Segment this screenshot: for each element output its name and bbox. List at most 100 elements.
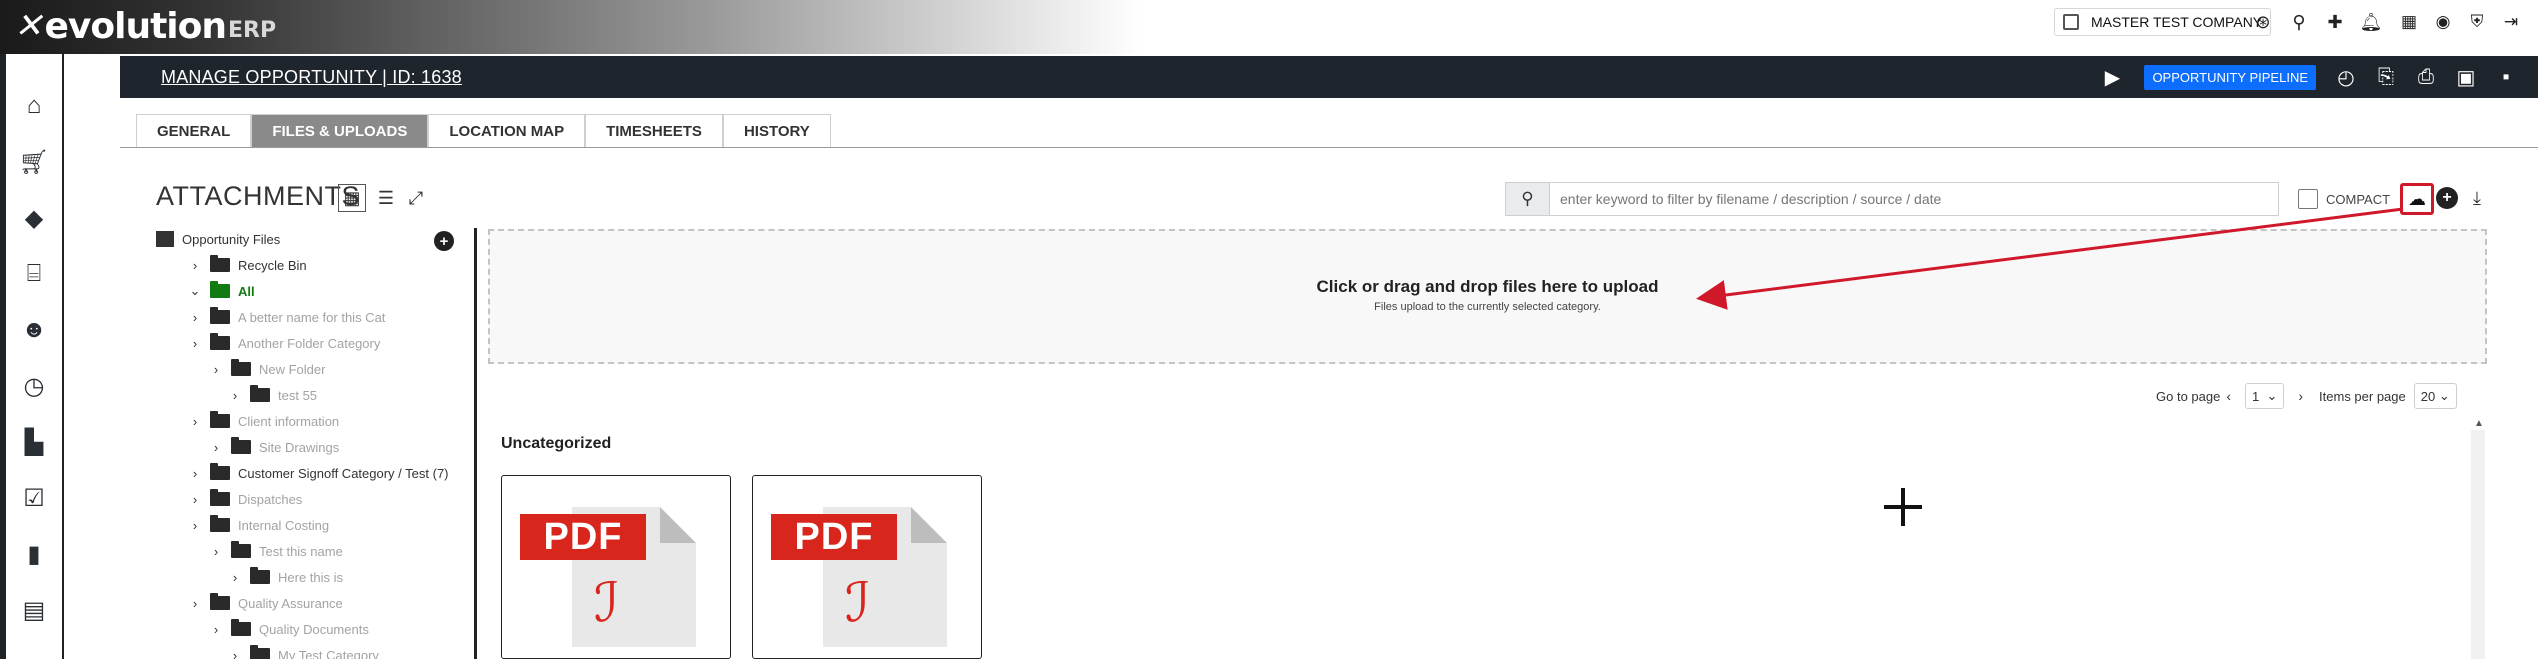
tree-item[interactable]: › Customer Signoff Category / Test (7) — [188, 462, 449, 484]
cloud-upload-icon[interactable]: ☁ — [2400, 183, 2434, 215]
expand-icon[interactable]: ⤢ — [402, 184, 430, 212]
page-select[interactable]: 1 ⌄ — [2245, 383, 2285, 409]
calendar-icon[interactable]: ▦ — [2396, 9, 2422, 35]
clipboard-check-icon[interactable]: ☑ — [16, 480, 52, 516]
chevron-right-icon[interactable]: › — [188, 336, 202, 351]
tree-item[interactable]: › Internal Costing — [188, 514, 329, 536]
brand-suffix: ERP — [228, 17, 277, 43]
pdf-badge: PDF — [771, 514, 897, 560]
chevron-right-icon[interactable]: › — [188, 414, 202, 429]
shield-icon[interactable]: ⛨ — [2464, 9, 2490, 35]
tree-item[interactable]: › Quality Documents — [209, 618, 369, 640]
chevron-right-icon[interactable]: › — [209, 544, 223, 559]
dropzone-title: Click or drag and drop files here to upl… — [1316, 277, 1659, 296]
compact-toggle[interactable]: COMPACT — [2298, 189, 2390, 209]
tab-timesheets[interactable]: TIMESHEETS — [585, 114, 723, 148]
chevron-down-icon[interactable]: ⌄ — [188, 283, 202, 299]
left-nav-strip — [0, 54, 6, 659]
logout-icon[interactable]: ⇥ — [2498, 9, 2524, 35]
tree-item[interactable]: › Another Folder Category — [188, 332, 380, 354]
tree-item[interactable]: › Dispatches — [188, 488, 302, 510]
download-icon[interactable]: ⤓ — [2466, 187, 2488, 209]
upload-dropzone[interactable]: Click or drag and drop files here to upl… — [488, 229, 2487, 364]
search-icon[interactable]: ⚲ — [2286, 9, 2312, 35]
chevron-right-icon[interactable]: › — [188, 596, 202, 611]
cart-icon[interactable]: 🛒︎ — [16, 144, 52, 180]
add-category-icon[interactable]: + — [434, 231, 454, 251]
folder-icon — [210, 463, 230, 480]
scrollbar[interactable] — [2471, 430, 2485, 659]
tree-item[interactable]: › Here this is — [228, 566, 343, 588]
scroll-up-icon[interactable]: ▲ — [2474, 418, 2484, 429]
page-value: 1 — [2252, 388, 2260, 404]
user-settings-icon[interactable]: ☻ — [16, 312, 52, 348]
save-icon[interactable]: ▪ — [2486, 61, 2526, 93]
building-truck-icon[interactable]: ▤ — [16, 592, 52, 628]
grid-view-icon[interactable]: ▦ — [338, 184, 366, 212]
tree-item[interactable]: › Client information — [188, 410, 339, 432]
tree-item-label: test 55 — [278, 387, 318, 403]
bank-icon[interactable]: ⌸ — [16, 256, 52, 292]
factory-icon[interactable]: ▙ — [16, 424, 52, 460]
tree-item[interactable]: › Quality Assurance — [188, 592, 343, 614]
tree-item[interactable]: › My Test Category — [228, 644, 379, 659]
compact-checkbox[interactable] — [2298, 189, 2318, 209]
add-circle-icon[interactable]: + — [2436, 187, 2458, 209]
list-view-icon[interactable]: ☰ — [372, 184, 400, 212]
folder-icon — [210, 515, 230, 532]
user-icon[interactable]: ◉ — [2430, 9, 2456, 35]
chevron-right-icon[interactable]: › — [2298, 388, 2303, 404]
chevron-right-icon[interactable]: › — [228, 648, 242, 659]
chevron-right-icon[interactable]: › — [188, 258, 202, 273]
brand-logo[interactable]: ✕ evolution ERP — [14, 6, 277, 47]
tree-item[interactable]: ⌄ All — [188, 280, 255, 302]
file-card[interactable]: PDF ℐ — [752, 475, 982, 659]
bar-chart-icon[interactable]: ▮ — [16, 536, 52, 572]
chevron-right-icon[interactable]: › — [209, 440, 223, 455]
folder-icon — [210, 411, 230, 428]
chevron-right-icon[interactable]: › — [188, 518, 202, 533]
company-selector[interactable]: MASTER TEST COMPANY — [2054, 8, 2272, 36]
chevron-right-icon[interactable]: › — [188, 310, 202, 325]
home-icon[interactable]: ⌂ — [16, 88, 52, 124]
tab-files-uploads[interactable]: FILES & UPLOADS — [251, 114, 429, 148]
chevron-right-icon[interactable]: › — [209, 362, 223, 377]
tree-item[interactable]: › Site Drawings — [209, 436, 339, 458]
file-card[interactable]: PDF ℐ — [501, 475, 731, 659]
folder-icon — [250, 385, 270, 402]
video-icon[interactable]: ▶ — [2092, 61, 2132, 93]
tree-item[interactable]: › A better name for this Cat — [188, 306, 385, 328]
chevron-left-icon[interactable]: ‹ — [2226, 388, 2231, 404]
opportunity-pipeline-button[interactable]: OPPORTUNITY PIPELINE — [2144, 64, 2316, 90]
tab-general[interactable]: GENERAL — [136, 114, 252, 148]
tab-history[interactable]: HISTORY — [722, 114, 831, 148]
clock-icon[interactable]: ◷ — [16, 368, 52, 404]
print-icon[interactable]: ⎙ — [2406, 61, 2446, 93]
tree-root[interactable]: Opportunity Files — [156, 228, 280, 250]
tree-item[interactable]: › test 55 — [228, 384, 317, 406]
tree-item-label: Another Folder Category — [238, 335, 381, 351]
puzzle-icon[interactable]: ✚ — [2322, 9, 2348, 35]
file-search-input[interactable] — [1550, 183, 2278, 215]
tree-item-label: Test this name — [259, 543, 343, 559]
tab-location-map[interactable]: LOCATION MAP — [428, 114, 586, 148]
folder-icon — [231, 437, 251, 454]
chevron-right-icon[interactable]: › — [188, 466, 202, 481]
tag-icon[interactable]: ◆ — [16, 200, 52, 236]
chevron-right-icon[interactable]: › — [228, 388, 242, 403]
paperclip-icon[interactable]: ⎘ — [2366, 61, 2406, 93]
page-title[interactable]: MANAGE OPPORTUNITY | ID: 1638 — [161, 67, 462, 88]
lifebuoy-icon[interactable]: ⊛ — [2250, 9, 2276, 35]
tree-item[interactable]: › Recycle Bin — [188, 254, 307, 276]
clock-plus-icon[interactable]: ◴ — [2326, 61, 2366, 93]
chevron-right-icon[interactable]: › — [228, 570, 242, 585]
chevron-right-icon[interactable]: › — [188, 492, 202, 507]
per-page-select[interactable]: 20 ⌄ — [2413, 383, 2457, 409]
tree-item[interactable]: › New Folder — [209, 358, 325, 380]
clipboard-icon[interactable]: ▣ — [2446, 61, 2486, 93]
tree-item[interactable]: › Test this name — [209, 540, 343, 562]
search-icon[interactable]: ⚲ — [1506, 183, 1550, 215]
chevron-right-icon[interactable]: › — [209, 622, 223, 637]
bell-icon[interactable]: 🔔︎ — [2358, 9, 2384, 35]
left-nav: ⌂ 🛒︎ ◆ ⌸ ☻ ◷ ▙ ☑ ▮ ▤ — [0, 54, 64, 659]
